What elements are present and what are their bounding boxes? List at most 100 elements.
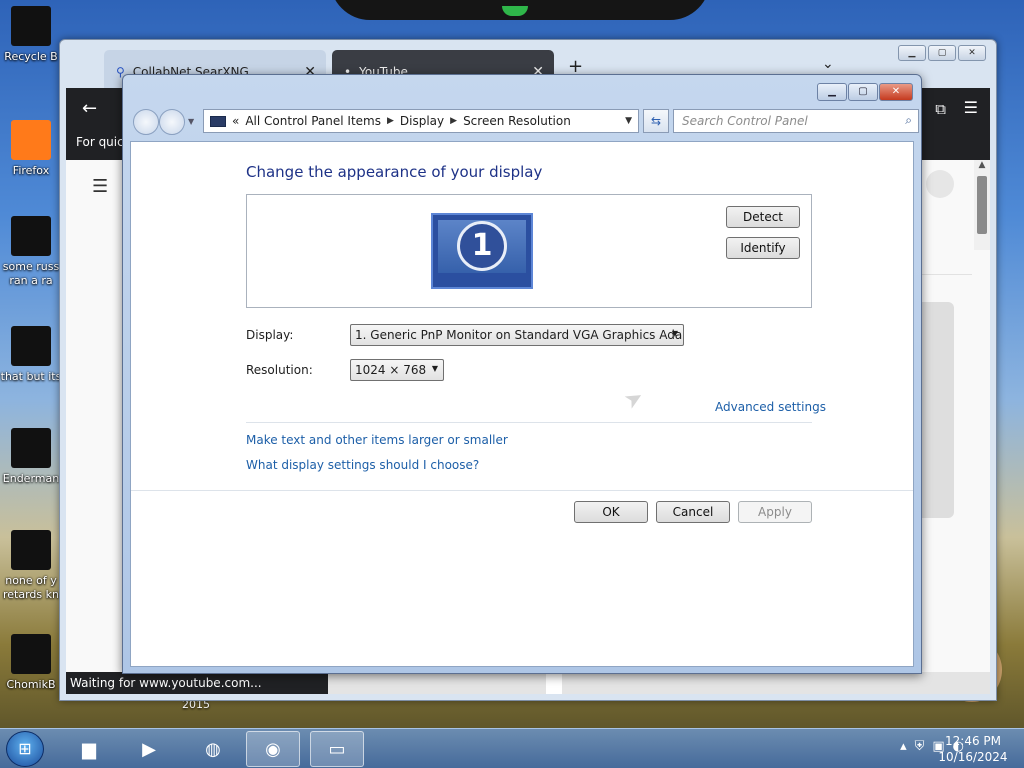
maximize-icon[interactable]: ▢ bbox=[848, 83, 878, 101]
address-bar[interactable]: « All Control Panel Items ▶ Display ▶ Sc… bbox=[203, 109, 639, 133]
breadcrumb-item-screen-resolution[interactable]: Screen Resolution bbox=[463, 114, 571, 128]
refresh-button[interactable]: ⇆ bbox=[643, 109, 669, 133]
desktop-icon-label: some russ bbox=[2, 260, 60, 273]
recycle-bin-icon bbox=[11, 6, 51, 46]
taskbar-app-control-panel[interactable]: ▭ bbox=[310, 731, 364, 767]
display-icon: ▭ bbox=[328, 738, 346, 760]
forward-button[interactable] bbox=[159, 109, 185, 135]
resolution-value: 1024 × 768 bbox=[355, 363, 427, 377]
close-icon[interactable]: ✕ bbox=[958, 45, 986, 61]
decoration-dot bbox=[502, 6, 528, 16]
browser-status-bar: Waiting for www.youtube.com... bbox=[66, 672, 990, 694]
menu-icon[interactable]: ☰ bbox=[964, 98, 978, 117]
monitor-arrangement-panel: 1 Detect Identify bbox=[246, 194, 812, 308]
taskbar-app-media-player[interactable]: ▶ bbox=[122, 731, 176, 767]
clock[interactable]: 12:46 PM 10/16/2024 bbox=[938, 733, 1008, 765]
ok-button[interactable]: OK bbox=[574, 501, 648, 523]
clock-date: 10/16/2024 bbox=[938, 750, 1008, 764]
desktop-icon-none-of-y[interactable]: none of y retards kn bbox=[0, 530, 62, 602]
file-icon bbox=[11, 428, 51, 468]
desktop-icon-recycle-bin[interactable]: Recycle B bbox=[0, 6, 62, 64]
display-select[interactable]: 1. Generic PnP Monitor on Standard VGA G… bbox=[350, 324, 684, 346]
back-button[interactable] bbox=[133, 109, 159, 135]
display-help-link[interactable]: What display settings should I choose? bbox=[246, 458, 479, 472]
close-icon[interactable]: ✕ bbox=[879, 83, 913, 101]
desktop-icon-that-but-its[interactable]: that but its bbox=[0, 326, 62, 384]
breadcrumb-overflow[interactable]: « bbox=[232, 114, 239, 128]
display-label: Display: bbox=[246, 328, 294, 342]
desktop-icon-label-line2: ran a ra bbox=[9, 274, 53, 287]
folder-icon: ▆ bbox=[82, 738, 96, 760]
main-content: Change the appearance of your display 1 … bbox=[130, 141, 914, 667]
chevron-down-icon: ▼ bbox=[671, 329, 678, 338]
chevron-down-icon: ▼ bbox=[431, 364, 438, 373]
wallpaper-top-decoration bbox=[330, 0, 710, 20]
breadcrumb-item-all-control-panel-items[interactable]: All Control Panel Items bbox=[245, 114, 381, 128]
recent-pages-icon[interactable]: ▼ bbox=[188, 117, 194, 126]
file-icon bbox=[11, 216, 51, 256]
desktop-icon-label: Firefox bbox=[12, 164, 50, 177]
taskbar: ⊞ ▆ ▶ ◍ ◉ ▭ ▴ ⛨ ▣ ◐ 12:46 PM 10/16/2024 bbox=[0, 728, 1024, 768]
desktop-icon-label: none of y bbox=[5, 574, 57, 587]
chevron-down-icon[interactable]: ▼ bbox=[625, 116, 632, 126]
divider bbox=[131, 490, 913, 491]
display-value: 1. Generic PnP Monitor on Standard VGA G… bbox=[355, 328, 684, 342]
desktop-icon-enderman[interactable]: Enderman bbox=[0, 428, 62, 486]
cancel-button[interactable]: Cancel bbox=[656, 501, 730, 523]
app-icon bbox=[11, 634, 51, 674]
monitor-1-thumbnail[interactable]: 1 bbox=[431, 213, 533, 289]
firefox-icon bbox=[11, 120, 51, 160]
desktop-icon-firefox[interactable]: Firefox bbox=[0, 120, 62, 178]
show-hidden-icons-icon[interactable]: ▴ bbox=[900, 739, 907, 754]
breadcrumb-item-display[interactable]: Display bbox=[400, 114, 444, 128]
resolution-label: Resolution: bbox=[246, 363, 313, 377]
detect-button[interactable]: Detect bbox=[726, 206, 800, 228]
firefox-icon: ◉ bbox=[265, 738, 281, 760]
page-scrollbar[interactable]: ▲ bbox=[974, 160, 990, 250]
media-player-icon: ▶ bbox=[142, 738, 156, 760]
mouse-pointer-icon: ➤ bbox=[619, 384, 649, 415]
screen-resolution-window: ▁ ▢ ✕ ▼ « All Control Panel Items ▶ Disp… bbox=[122, 74, 922, 674]
desktop-icon-some-russ[interactable]: some russ ran a ra bbox=[0, 216, 62, 288]
apply-button[interactable]: Apply bbox=[738, 501, 812, 523]
guide-menu-icon[interactable]: ☰ bbox=[92, 176, 108, 197]
chevron-right-icon[interactable]: ▶ bbox=[450, 116, 457, 126]
divider bbox=[246, 422, 812, 423]
scrollbar-thumb[interactable] bbox=[977, 176, 987, 234]
desktop-icon-label-line2: retards kn bbox=[3, 588, 59, 601]
minimize-icon[interactable]: ▁ bbox=[817, 83, 847, 101]
globe-icon: ◍ bbox=[205, 738, 221, 760]
search-placeholder: Search Control Panel bbox=[682, 114, 808, 128]
resolution-select[interactable]: 1024 × 768 ▼ bbox=[350, 359, 444, 381]
search-input[interactable]: Search Control Panel ⌕ bbox=[673, 109, 919, 133]
clock-time: 12:46 PM bbox=[945, 734, 1001, 748]
status-gap bbox=[546, 672, 562, 694]
minimize-icon[interactable]: ▁ bbox=[898, 45, 926, 61]
taskbar-app-firefox[interactable]: ◉ bbox=[246, 731, 300, 767]
search-icon[interactable]: ⌕ bbox=[905, 113, 912, 128]
file-icon bbox=[11, 326, 51, 366]
chevron-right-icon[interactable]: ▶ bbox=[387, 116, 394, 126]
extensions-icon[interactable]: ⧉ bbox=[935, 100, 946, 118]
back-arrow-icon[interactable]: ← bbox=[82, 98, 97, 119]
file-icon bbox=[11, 530, 51, 570]
scroll-up-icon[interactable]: ▲ bbox=[974, 160, 990, 174]
text-size-link[interactable]: Make text and other items larger or smal… bbox=[246, 433, 508, 447]
maximize-icon[interactable]: ▢ bbox=[928, 45, 956, 61]
desktop-icon-label: Recycle B bbox=[4, 50, 58, 63]
desktop-icon-chomikbox[interactable]: ChomikB bbox=[0, 634, 62, 692]
navigation-bar: ▼ « All Control Panel Items ▶ Display ▶ … bbox=[131, 107, 919, 135]
page-title: Change the appearance of your display bbox=[246, 163, 543, 181]
taskbar-app-globe[interactable]: ◍ bbox=[186, 731, 240, 767]
taskbar-app-explorer[interactable]: ▆ bbox=[62, 731, 116, 767]
avatar-placeholder bbox=[926, 170, 954, 198]
network-icon[interactable]: ⛨ bbox=[915, 739, 925, 754]
monitor-number: 1 bbox=[457, 221, 507, 271]
display-icon bbox=[210, 115, 226, 127]
advanced-settings-link[interactable]: Advanced settings bbox=[715, 400, 826, 414]
list-tabs-button[interactable]: ⌄ bbox=[822, 56, 834, 72]
desktop-icon-label: Enderman bbox=[2, 472, 60, 485]
start-button[interactable]: ⊞ bbox=[6, 731, 44, 767]
window-controls: ▁ ▢ ✕ bbox=[817, 83, 913, 101]
identify-button[interactable]: Identify bbox=[726, 237, 800, 259]
